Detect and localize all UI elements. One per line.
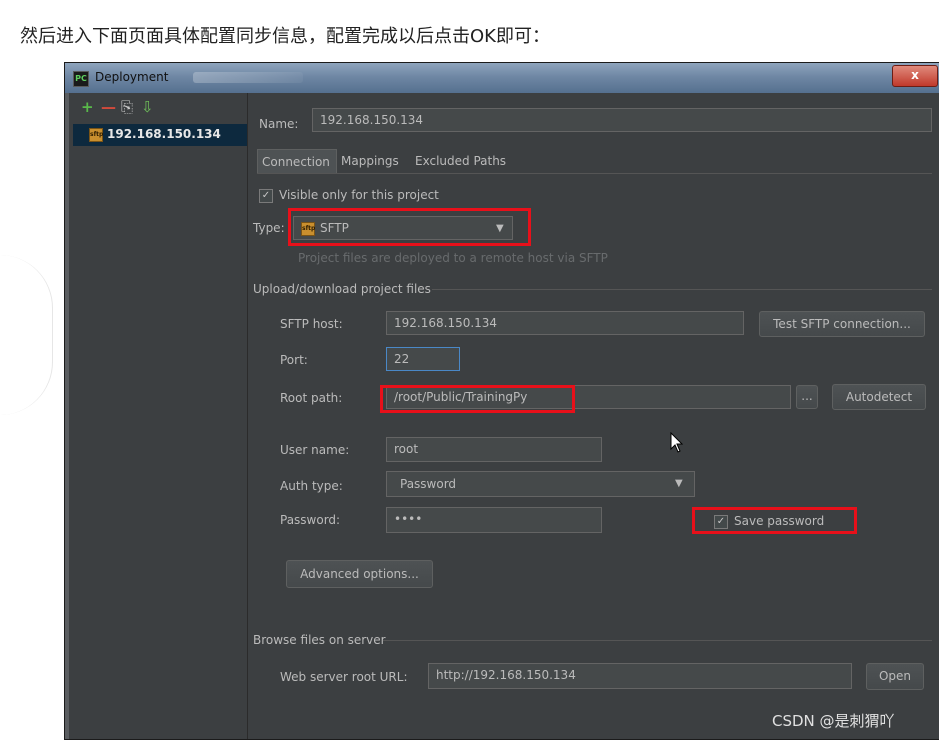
visible-only-checkbox[interactable]: ✓	[259, 189, 273, 203]
web-server-root-url-label: Web server root URL:	[280, 670, 408, 684]
tab-mappings[interactable]: Mappings	[337, 149, 411, 173]
test-sftp-connection-button[interactable]: Test SFTP connection...	[759, 311, 925, 337]
port-label: Port:	[280, 353, 308, 367]
use-as-default-icon[interactable]: ⇩	[141, 98, 154, 116]
upload-section-divider	[432, 289, 932, 290]
advanced-options-button[interactable]: Advanced options...	[286, 560, 433, 588]
name-label: Name:	[259, 117, 299, 131]
web-server-root-url-field[interactable]: http://192.168.150.134	[428, 663, 852, 689]
auth-type-select[interactable]: Password ▼	[386, 471, 695, 497]
upload-section-title: Upload/download project files	[253, 282, 431, 296]
sftp-host-field[interactable]: 192.168.150.134	[386, 311, 744, 335]
copy-server-icon[interactable]: ⎘	[121, 98, 133, 116]
root-path-label: Root path:	[280, 391, 343, 405]
save-password-highlight-box	[692, 507, 857, 534]
pycharm-app-icon: PC	[73, 71, 89, 87]
browse-root-path-button[interactable]: ...	[796, 385, 818, 409]
type-hint-text: Project files are deployed to a remote h…	[298, 251, 608, 265]
background-decoration	[0, 255, 53, 415]
server-list-item-label: 192.168.150.134	[107, 127, 221, 141]
tab-excluded-paths[interactable]: Excluded Paths	[411, 149, 515, 173]
tab-connection[interactable]: Connection	[257, 149, 337, 173]
tab-bar: Connection Mappings Excluded Paths	[257, 149, 932, 174]
browse-section-divider	[383, 640, 932, 641]
csdn-watermark: CSDN @是刺猬吖	[772, 712, 895, 730]
server-list-item[interactable]: sftp 192.168.150.134	[73, 124, 247, 146]
sftp-host-label: SFTP host:	[280, 317, 343, 331]
auth-type-label: Auth type:	[280, 479, 343, 493]
type-highlight-box	[288, 208, 531, 246]
user-name-label: User name:	[280, 443, 350, 457]
panel-edge	[65, 93, 69, 739]
instruction-caption: 然后进入下面页面具体配置同步信息，配置完成以后点击OK即可：	[20, 26, 550, 47]
server-list-panel: + — ⎘ ⇩ sftp 192.168.150.134	[65, 93, 248, 739]
password-field[interactable]: ••••	[386, 507, 602, 533]
add-server-icon[interactable]: +	[81, 98, 94, 116]
chevron-down-icon: ▼	[675, 478, 683, 489]
browse-section-title: Browse files on server	[253, 633, 386, 647]
mouse-pointer-icon	[670, 432, 684, 453]
user-name-field[interactable]: root	[386, 437, 602, 462]
open-button[interactable]: Open	[866, 663, 924, 690]
root-path-highlight-box	[380, 385, 575, 413]
visible-only-label: Visible only for this project	[279, 188, 439, 202]
autodetect-button[interactable]: Autodetect	[832, 384, 926, 410]
auth-type-value: Password	[400, 477, 457, 491]
sftp-server-icon: sftp	[89, 128, 103, 142]
title-bar-blurred-text	[193, 72, 303, 83]
window-title: Deployment	[95, 70, 169, 84]
port-field[interactable]: 22	[386, 347, 460, 371]
type-label: Type:	[253, 221, 285, 235]
remove-server-icon[interactable]: —	[101, 98, 116, 116]
deployment-dialog: PC Deployment x + — ⎘ ⇩ sftp 192.168.150…	[64, 62, 939, 740]
title-bar[interactable]: PC Deployment x	[65, 63, 939, 93]
name-field[interactable]: 192.168.150.134	[312, 108, 932, 132]
close-button[interactable]: x	[892, 65, 938, 87]
password-label: Password:	[280, 513, 341, 527]
